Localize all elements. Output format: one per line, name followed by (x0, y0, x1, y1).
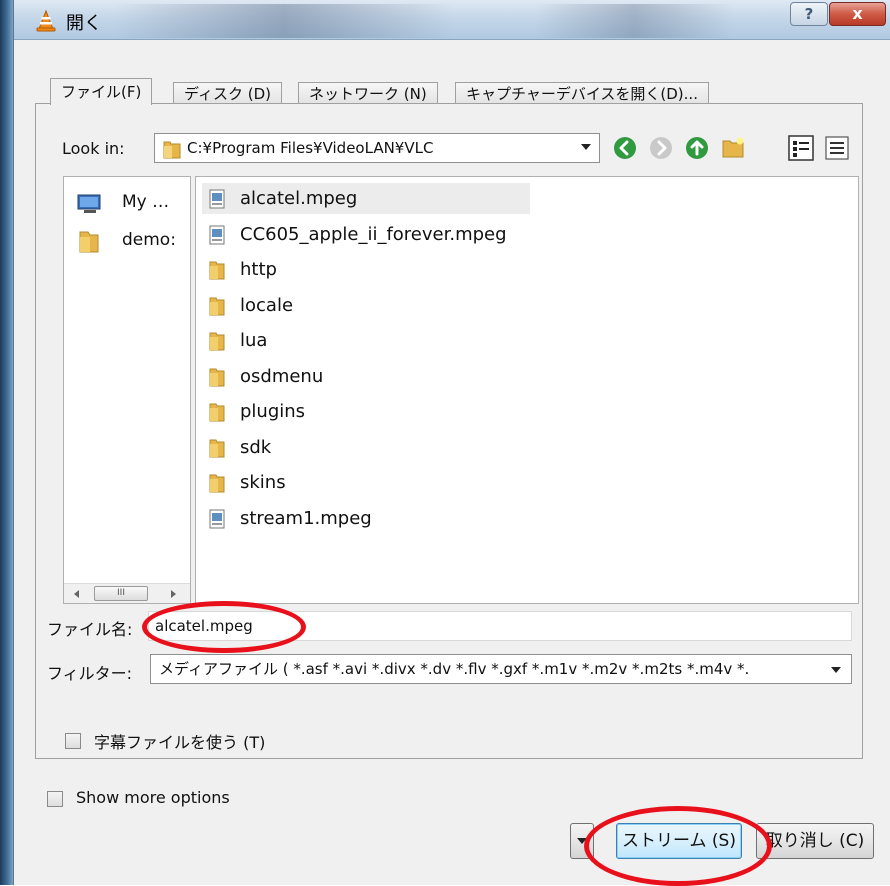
tab-disc[interactable]: ディスク (D) (173, 82, 282, 105)
list-item[interactable]: CC605_apple_ii_forever.mpeg (202, 219, 532, 250)
folder-icon (209, 332, 225, 351)
stream-dropdown-button[interactable] (570, 823, 594, 859)
stream-button[interactable]: ストリーム (S) (616, 823, 742, 859)
file-name: skins (240, 472, 286, 493)
place-label: My … (122, 192, 170, 212)
new-folder-icon[interactable] (720, 135, 746, 161)
file-name: alcatel.mpeg (240, 188, 358, 209)
more-options-checkbox[interactable] (47, 791, 63, 807)
list-item[interactable]: osdmenu (202, 361, 532, 392)
file-name: CC605_apple_ii_forever.mpeg (240, 223, 507, 245)
list-item[interactable]: alcatel.mpeg (202, 183, 530, 214)
look-in-path: C:¥Program Files¥VideoLAN¥VLC (187, 139, 434, 157)
more-options-label: Show more options (76, 788, 230, 807)
list-item[interactable]: skins (202, 467, 532, 498)
places-sidebar[interactable]: My … demo: III (63, 176, 191, 604)
chevron-down-icon[interactable] (581, 144, 591, 150)
file-name: osdmenu (240, 365, 324, 387)
folder-icon (209, 368, 225, 386)
media-file-icon (209, 225, 225, 244)
places-horizontal-scrollbar[interactable]: III (64, 583, 190, 603)
help-button[interactable]: ? (790, 2, 828, 26)
filter-label: フィルター: (47, 664, 133, 683)
list-item[interactable]: plugins (202, 396, 532, 427)
folder-icon (209, 261, 225, 280)
filter-combo[interactable]: メディアファイル ( *.asf *.avi *.divx *.dv *.flv… (150, 654, 852, 684)
filename-input[interactable]: alcatel.mpeg (148, 611, 852, 641)
forward-icon[interactable] (648, 135, 674, 161)
media-file-icon (209, 189, 225, 209)
file-name: plugins (240, 401, 306, 422)
look-in-label: Look in: (62, 139, 125, 158)
file-name: stream1.mpeg (240, 507, 372, 529)
list-item[interactable]: sdk (202, 432, 532, 463)
back-icon[interactable] (612, 135, 638, 161)
scrollbar-thumb[interactable]: III (94, 586, 148, 601)
file-name: http (240, 259, 277, 280)
subtitle-checkbox[interactable] (65, 733, 81, 749)
subtitle-checkbox-label: 字幕ファイルを使う (T) (94, 733, 266, 752)
folder-icon (209, 297, 225, 315)
folder-icon (79, 231, 99, 253)
up-folder-icon[interactable] (684, 135, 710, 161)
folder-icon (209, 474, 225, 493)
folder-icon (163, 141, 181, 159)
cancel-button[interactable]: 取り消し (C) (756, 823, 874, 859)
folder-icon (209, 439, 225, 457)
background-window-frame (0, 0, 13, 885)
filter-value: メディアファイル ( *.asf *.avi *.divx *.dv *.flv… (159, 660, 750, 678)
place-label: demo: (122, 230, 176, 250)
file-name: lua (240, 330, 268, 351)
list-view-icon[interactable] (788, 135, 814, 161)
window-title: 開く (66, 13, 102, 34)
look-in-combo[interactable]: C:¥Program Files¥VideoLAN¥VLC (154, 133, 600, 163)
list-item[interactable]: stream1.mpeg (202, 503, 532, 534)
scroll-right-icon[interactable] (171, 590, 176, 598)
file-name: locale (240, 294, 294, 316)
chevron-down-icon (577, 838, 587, 844)
close-button[interactable]: x (829, 2, 886, 26)
file-list[interactable]: alcatel.mpeg CC605_apple_ii_forever.mpegh… (195, 176, 859, 604)
title-bar[interactable]: 開く (14, 0, 890, 40)
filename-label: ファイル名: (47, 620, 133, 639)
media-file-icon (209, 509, 225, 528)
chevron-down-icon[interactable] (831, 667, 841, 673)
computer-icon (77, 194, 101, 213)
list-item[interactable]: locale (202, 290, 532, 321)
scroll-left-icon[interactable] (74, 590, 79, 598)
detail-view-icon[interactable] (824, 135, 850, 161)
tab-file[interactable]: ファイル(F) (50, 78, 153, 105)
file-name: sdk (240, 436, 272, 458)
tab-capture-device[interactable]: キャプチャーデバイスを開く(D)... (455, 82, 709, 105)
list-item[interactable]: lua (202, 325, 532, 356)
folder-icon (209, 403, 225, 422)
list-item[interactable]: http (202, 254, 532, 285)
tab-network[interactable]: ネットワーク (N) (298, 82, 438, 105)
vlc-cone-icon (36, 9, 56, 32)
